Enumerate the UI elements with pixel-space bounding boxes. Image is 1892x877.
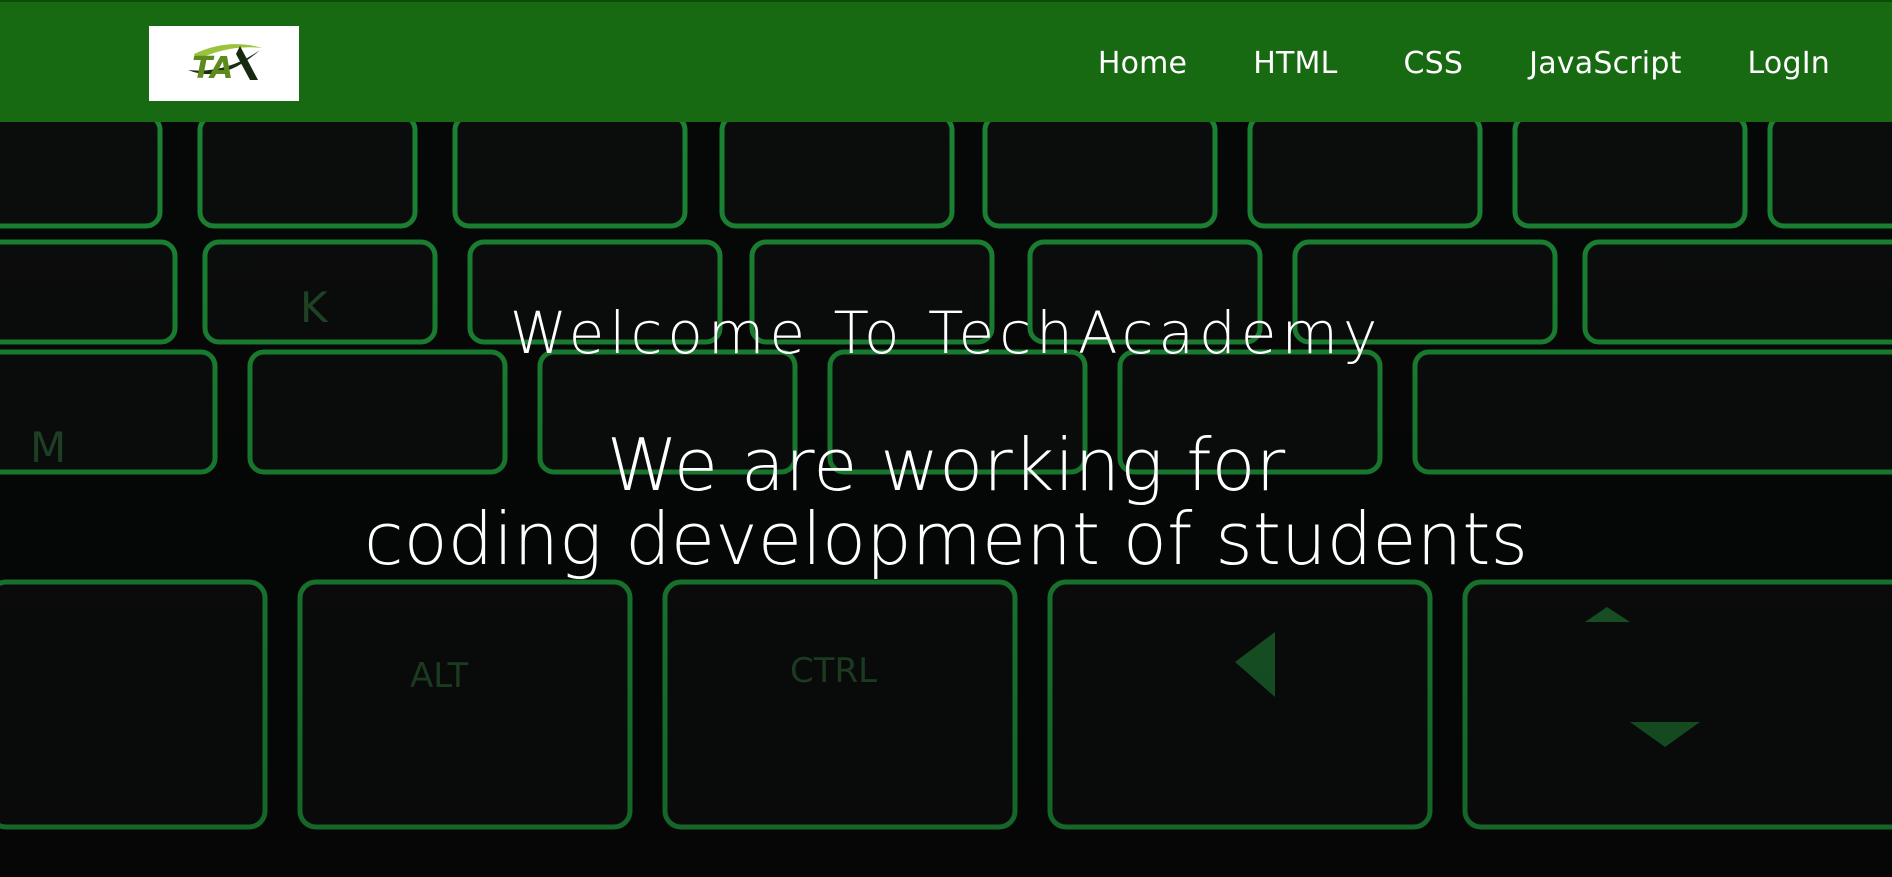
nav-html[interactable]: HTML (1253, 46, 1337, 81)
main-nav: Home HTML CSS JavaScript LogIn (1098, 2, 1830, 124)
navbar: TA Home HTML CSS JavaScript LogIn (0, 0, 1892, 122)
nav-css[interactable]: CSS (1404, 46, 1464, 81)
techacademy-logo[interactable]: TA (149, 26, 299, 101)
nav-home[interactable]: Home (1098, 46, 1187, 81)
hero-tagline-line2: coding development of students (364, 497, 1528, 581)
hero-tagline: We are working for coding development of… (0, 428, 1892, 576)
nav-login[interactable]: LogIn (1748, 46, 1830, 81)
nav-javascript[interactable]: JavaScript (1529, 46, 1681, 81)
hero-banner: K M ALT CTRL Welcome To TechAcademy We a… (0, 122, 1892, 877)
hero-tagline-line1: We are working for (606, 423, 1286, 507)
techacademy-logo-icon: TA (188, 43, 262, 86)
hero-title: Welcome To TechAcademy (509, 299, 1383, 367)
logo-text: TA (192, 51, 233, 86)
